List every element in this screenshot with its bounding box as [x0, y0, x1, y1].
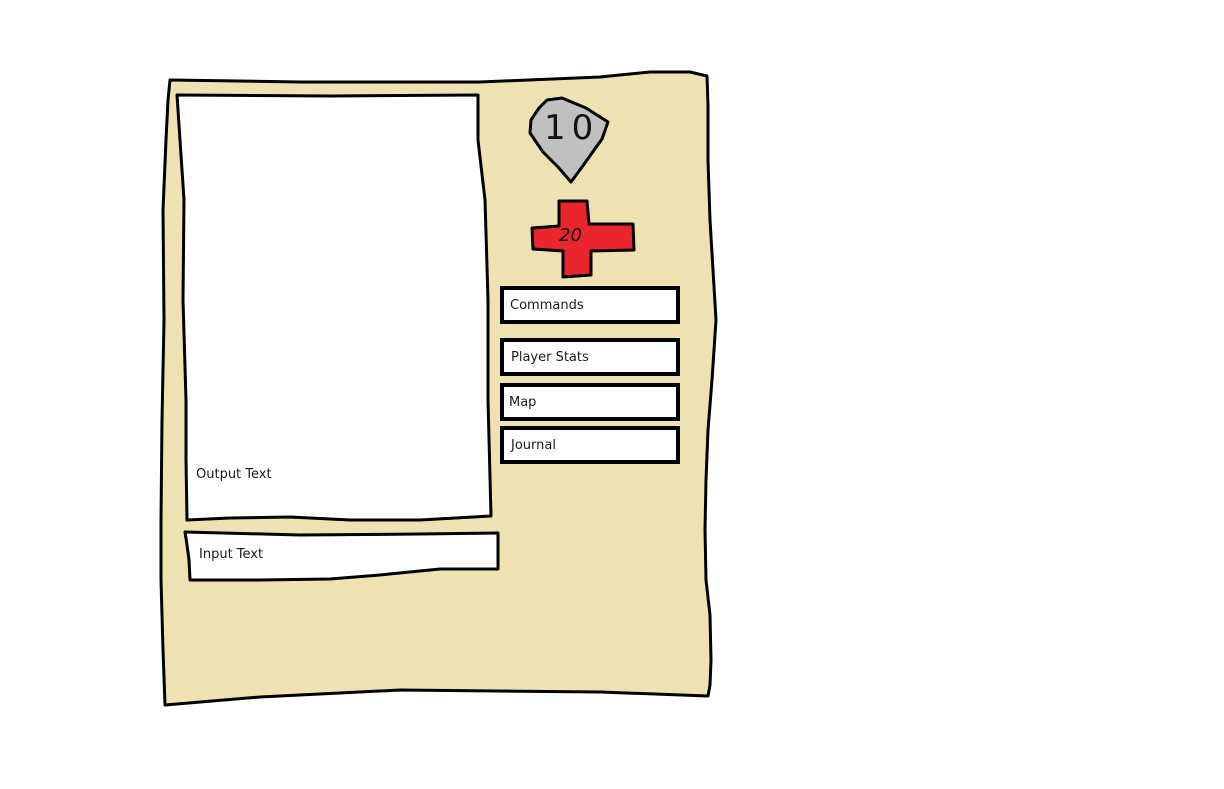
health-badge: 20 — [528, 198, 638, 280]
health-cross-icon — [530, 199, 636, 279]
output-text-panel: Output Text — [180, 98, 485, 516]
output-text-label: Output Text — [196, 467, 272, 482]
map-label: Map — [509, 395, 537, 410]
map-button[interactable]: Map — [500, 383, 680, 421]
input-text-label: Input Text — [199, 547, 264, 562]
armor-value: 10 — [544, 108, 600, 148]
commands-button[interactable]: Commands — [500, 286, 680, 324]
armor-badge: 10 — [524, 95, 614, 187]
commands-label: Commands — [510, 298, 584, 313]
player-stats-label: Player Stats — [511, 350, 589, 365]
health-value: 20 — [559, 225, 582, 246]
game-screen: Output Text Input Text 10 20 Commands Pl… — [0, 0, 1224, 789]
journal-button[interactable]: Journal — [500, 426, 680, 464]
journal-label: Journal — [511, 438, 556, 453]
input-text-field[interactable]: Input Text — [190, 536, 495, 576]
player-stats-button[interactable]: Player Stats — [500, 338, 680, 376]
